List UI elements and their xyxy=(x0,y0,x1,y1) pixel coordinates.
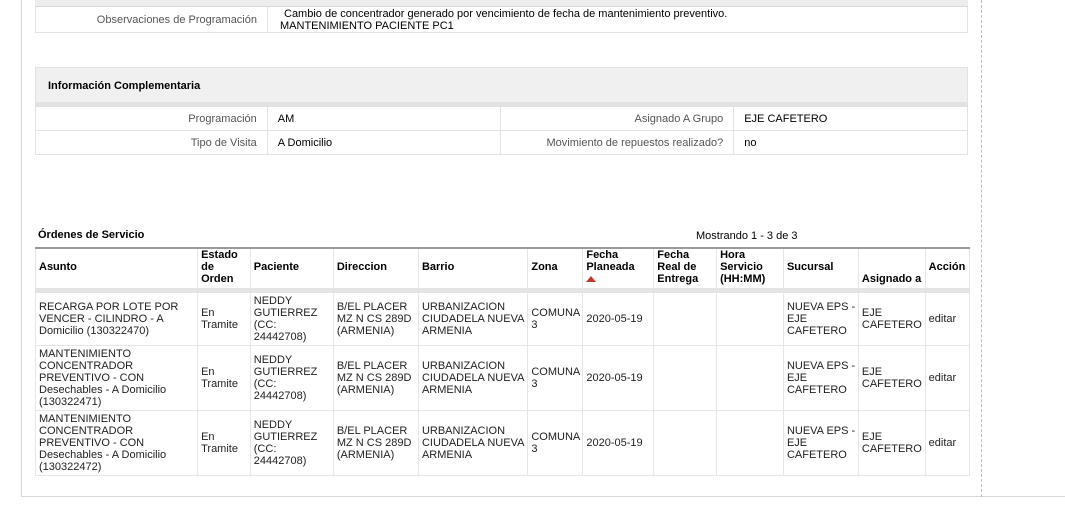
asignado-grupo-value: EJE CAFETERO xyxy=(733,106,968,131)
cell-fecha-real xyxy=(653,410,718,476)
cell-asignado: EJE CAFETERO xyxy=(857,290,926,346)
cell-asunto: MANTENIMIENTO CONCENTRADOR PREVENTIVO - … xyxy=(34,345,199,411)
observaciones-label: Observaciones de Programación xyxy=(36,7,268,32)
col-direccion[interactable]: Direccion xyxy=(332,247,419,293)
observaciones-top-band xyxy=(35,0,968,7)
cell-direccion: B/EL PLACER MZ N CS 289D (ARMENIA) xyxy=(332,410,419,476)
cell-direccion: B/EL PLACER MZ N CS 289D (ARMENIA) xyxy=(332,290,419,346)
col-paciente[interactable]: Paciente xyxy=(249,247,334,293)
col-estado-orden[interactable]: Estado de Orden xyxy=(197,247,251,293)
cell-zona: COMUNA 3 xyxy=(527,410,584,476)
ordenes-title: Órdenes de Servicio xyxy=(38,229,145,241)
info-row-tipo-visita: Tipo de Visita A Domicilio Movimiento de… xyxy=(35,130,968,155)
col-zona[interactable]: Zona xyxy=(527,247,584,293)
cell-hora xyxy=(716,290,784,346)
content-frame-bottom xyxy=(21,496,1065,497)
cell-fecha-real xyxy=(653,290,718,346)
cell-hora xyxy=(716,345,784,411)
ordenes-table: Asunto Estado de Orden Paciente Direccio… xyxy=(34,247,971,476)
editar-link[interactable]: editar xyxy=(924,290,971,346)
observaciones-line1: Cambio de concentrador generado por venc… xyxy=(284,8,728,20)
cell-paciente: NEDDY GUTIERREZ (CC: 24442708) xyxy=(249,345,334,411)
ordenes-header-row: Asunto Estado de Orden Paciente Direccio… xyxy=(34,247,971,293)
cell-zona: COMUNA 3 xyxy=(527,290,584,346)
table-row: MANTENIMIENTO CONCENTRADOR PREVENTIVO - … xyxy=(34,410,971,476)
col-accion: Acción xyxy=(924,247,971,293)
cell-barrio: URBANIZACION CIUDADELA NUEVA ARMENIA xyxy=(417,345,529,411)
cell-paciente: NEDDY GUTIERREZ (CC: 24442708) xyxy=(249,410,334,476)
movimiento-repuestos-value: no xyxy=(733,130,968,155)
info-row-programacion: Programación AM Asignado A Grupo EJE CAF… xyxy=(35,106,968,131)
info-complementaria-title: Información Complementaria xyxy=(35,67,968,103)
cell-barrio: URBANIZACION CIUDADELA NUEVA ARMENIA xyxy=(417,290,529,346)
col-fecha-real-entrega[interactable]: Fecha Real de Entrega xyxy=(653,247,718,293)
asignado-grupo-label: Asignado A Grupo xyxy=(500,106,735,131)
cell-estado: En Tramite xyxy=(197,410,251,476)
col-fecha-planeada[interactable]: Fecha Planeada xyxy=(582,247,655,293)
programacion-label: Programación xyxy=(35,106,268,131)
content-frame-right-dashed xyxy=(981,0,982,497)
ordenes-pagination-count: Mostrando 1 - 3 de 3 xyxy=(696,230,798,242)
cell-barrio: URBANIZACION CIUDADELA NUEVA ARMENIA xyxy=(417,410,529,476)
col-sucursal[interactable]: Sucursal xyxy=(782,247,859,293)
cell-sucursal: NUEVA EPS - EJE CAFETERO xyxy=(782,290,859,346)
cell-zona: COMUNA 3 xyxy=(527,345,584,411)
table-row: MANTENIMIENTO CONCENTRADOR PREVENTIVO - … xyxy=(34,345,971,411)
tipo-visita-value: A Domicilio xyxy=(266,130,502,155)
cell-fecha-real xyxy=(653,345,718,411)
col-asunto[interactable]: Asunto xyxy=(34,247,199,293)
cell-asignado: EJE CAFETERO xyxy=(857,345,926,411)
cell-estado: En Tramite xyxy=(197,290,251,346)
cell-fecha-planeada: 2020-05-19 xyxy=(582,290,655,346)
editar-link[interactable]: editar xyxy=(924,345,971,411)
cell-sucursal: NUEVA EPS - EJE CAFETERO xyxy=(782,345,859,411)
col-hora-servicio[interactable]: Hora Servicio (HH:MM) xyxy=(716,247,784,293)
table-row: RECARGA POR LOTE POR VENCER - CILINDRO -… xyxy=(34,290,971,346)
programacion-value: AM xyxy=(266,106,502,131)
cell-asunto: MANTENIMIENTO CONCENTRADOR PREVENTIVO - … xyxy=(34,410,199,476)
cell-fecha-planeada: 2020-05-19 xyxy=(582,410,655,476)
observaciones-line2: MANTENIMIENTO PACIENTE PC1 xyxy=(280,20,454,32)
observaciones-row: Observaciones de Programación Cambio de … xyxy=(35,7,968,33)
cell-sucursal: NUEVA EPS - EJE CAFETERO xyxy=(782,410,859,476)
cell-hora xyxy=(716,410,784,476)
col-barrio[interactable]: Barrio xyxy=(417,247,529,293)
col-asignado-a[interactable]: Asignado a xyxy=(857,247,926,293)
cell-direccion: B/EL PLACER MZ N CS 289D (ARMENIA) xyxy=(332,345,419,411)
sort-ascending-icon[interactable] xyxy=(586,276,597,282)
editar-link[interactable]: editar xyxy=(924,410,971,476)
cell-asignado: EJE CAFETERO xyxy=(857,410,926,476)
tipo-visita-label: Tipo de Visita xyxy=(35,130,268,155)
cell-asunto: RECARGA POR LOTE POR VENCER - CILINDRO -… xyxy=(34,290,199,346)
info-complementaria-table: Programación AM Asignado A Grupo EJE CAF… xyxy=(35,106,968,155)
observaciones-value: Cambio de concentrador generado por venc… xyxy=(268,7,967,32)
cell-fecha-planeada: 2020-05-19 xyxy=(582,345,655,411)
movimiento-repuestos-label: Movimiento de repuestos realizado? xyxy=(500,130,735,155)
col-fecha-planeada-label: Fecha Planeada xyxy=(586,249,635,273)
content-frame-left xyxy=(21,0,22,497)
cell-paciente: NEDDY GUTIERREZ (CC: 24442708) xyxy=(249,290,334,346)
cell-estado: En Tramite xyxy=(197,345,251,411)
